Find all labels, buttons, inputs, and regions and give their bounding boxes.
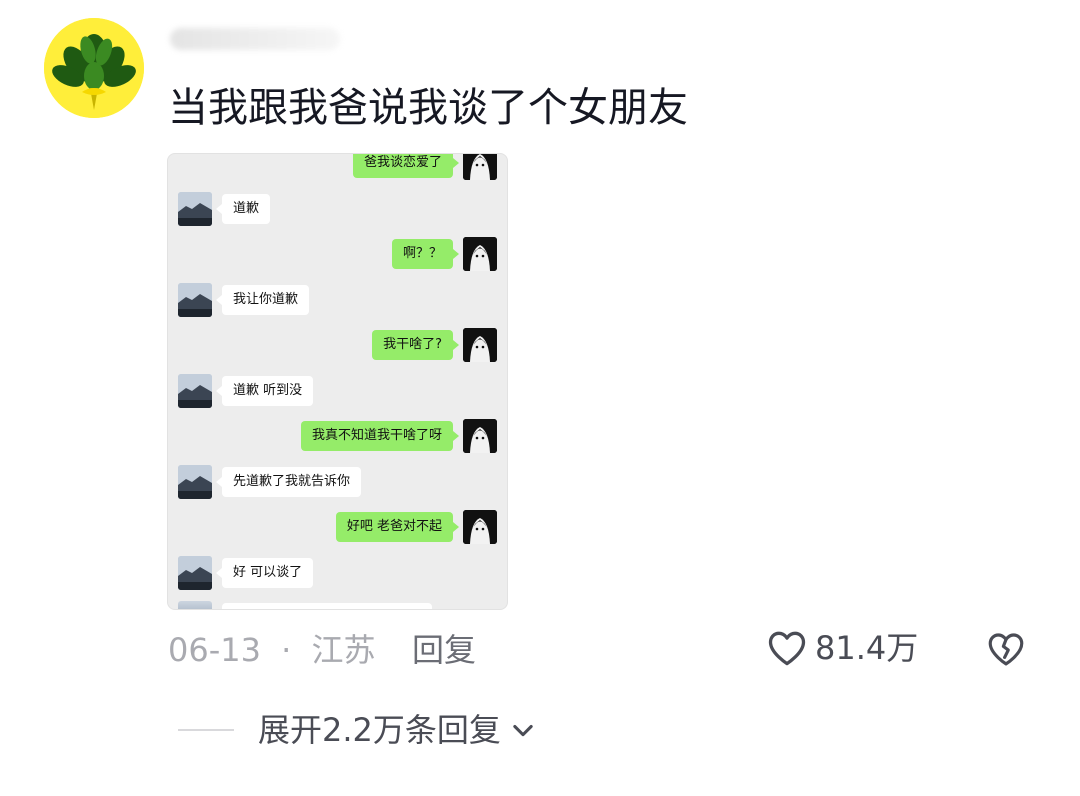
anime-avatar xyxy=(463,510,497,544)
reply-button[interactable]: 回复 xyxy=(412,628,476,672)
comment-date: 06-13 xyxy=(168,631,261,669)
chat-message-right: 爸我谈恋爱了 xyxy=(352,154,497,180)
expand-replies-label: 展开2.2万条回复 xyxy=(258,711,501,749)
chat-bubble: 我让你道歉 xyxy=(215,284,310,315)
chat-message-left: 先道歉了我就告诉你 xyxy=(178,464,362,499)
dislike-button[interactable] xyxy=(985,628,1027,670)
landscape-avatar xyxy=(178,555,212,590)
chat-message-left: 道歉 xyxy=(178,191,271,226)
chat-bubble: 道歉 听到没 xyxy=(215,375,314,406)
chat-message-right: 好吧 老爸对不起 xyxy=(335,510,497,544)
heart-outline-icon xyxy=(768,631,806,666)
comment-meta: 06-13 · 江苏 xyxy=(168,628,376,672)
chat-message-left: 好 可以谈了 xyxy=(178,555,314,590)
chat-bubble: 我真不知道我干啥了呀 xyxy=(300,421,460,451)
comment-image[interactable]: 爸我谈恋爱了道歉啊？？ 我让你道歉我干啥了? 道歉 听到没我真不知道我干啥了呀先道歉… xyxy=(167,153,508,610)
landscape-avatar xyxy=(178,282,212,317)
chat-bubble-cutoff xyxy=(222,603,432,609)
chat-bubble: 好 可以谈了 xyxy=(215,557,314,588)
like-count: 81.4万 xyxy=(815,629,919,667)
chat-bubble: 我干啥了? xyxy=(372,330,459,360)
chat-message-left: 道歉 听到没 xyxy=(178,373,314,408)
landscape-avatar xyxy=(178,373,212,408)
chat-bubble: 爸我谈恋爱了 xyxy=(352,154,460,178)
broken-heart-icon xyxy=(988,633,1024,666)
chat-message-right: 我真不知道我干啥了呀 xyxy=(300,419,497,453)
chat-message-cutoff xyxy=(178,601,432,609)
landscape-avatar xyxy=(178,464,212,499)
chat-message-right: 啊？？ xyxy=(391,237,497,271)
expand-divider xyxy=(178,729,234,731)
expand-replies[interactable]: 展开2.2万条回复 xyxy=(178,708,537,752)
username-blurred[interactable] xyxy=(170,28,340,50)
chat-bubble: 啊？？ xyxy=(391,239,460,269)
landscape-avatar xyxy=(178,601,212,609)
chevron-down-icon xyxy=(513,724,533,737)
comment-text: 当我跟我爸说我谈了个女朋友 xyxy=(168,85,688,131)
comment-location: 江苏 xyxy=(311,631,376,669)
anime-avatar xyxy=(463,237,497,271)
chat-message-right: 我干啥了? xyxy=(372,328,497,362)
like-button[interactable]: 81.4万 xyxy=(765,626,918,670)
landscape-avatar xyxy=(178,191,212,226)
chat-message-left: 我让你道歉 xyxy=(178,282,310,317)
meta-separator: · xyxy=(281,631,292,669)
commenter-avatar[interactable] xyxy=(44,18,144,118)
chat-bubble: 道歉 xyxy=(215,193,271,224)
anime-avatar xyxy=(463,419,497,453)
anime-avatar xyxy=(463,154,497,180)
chat-bubble: 好吧 老爸对不起 xyxy=(335,512,460,542)
anime-avatar xyxy=(463,328,497,362)
plant-avatar-image xyxy=(44,18,144,118)
chat-bubble: 先道歉了我就告诉你 xyxy=(215,466,362,497)
